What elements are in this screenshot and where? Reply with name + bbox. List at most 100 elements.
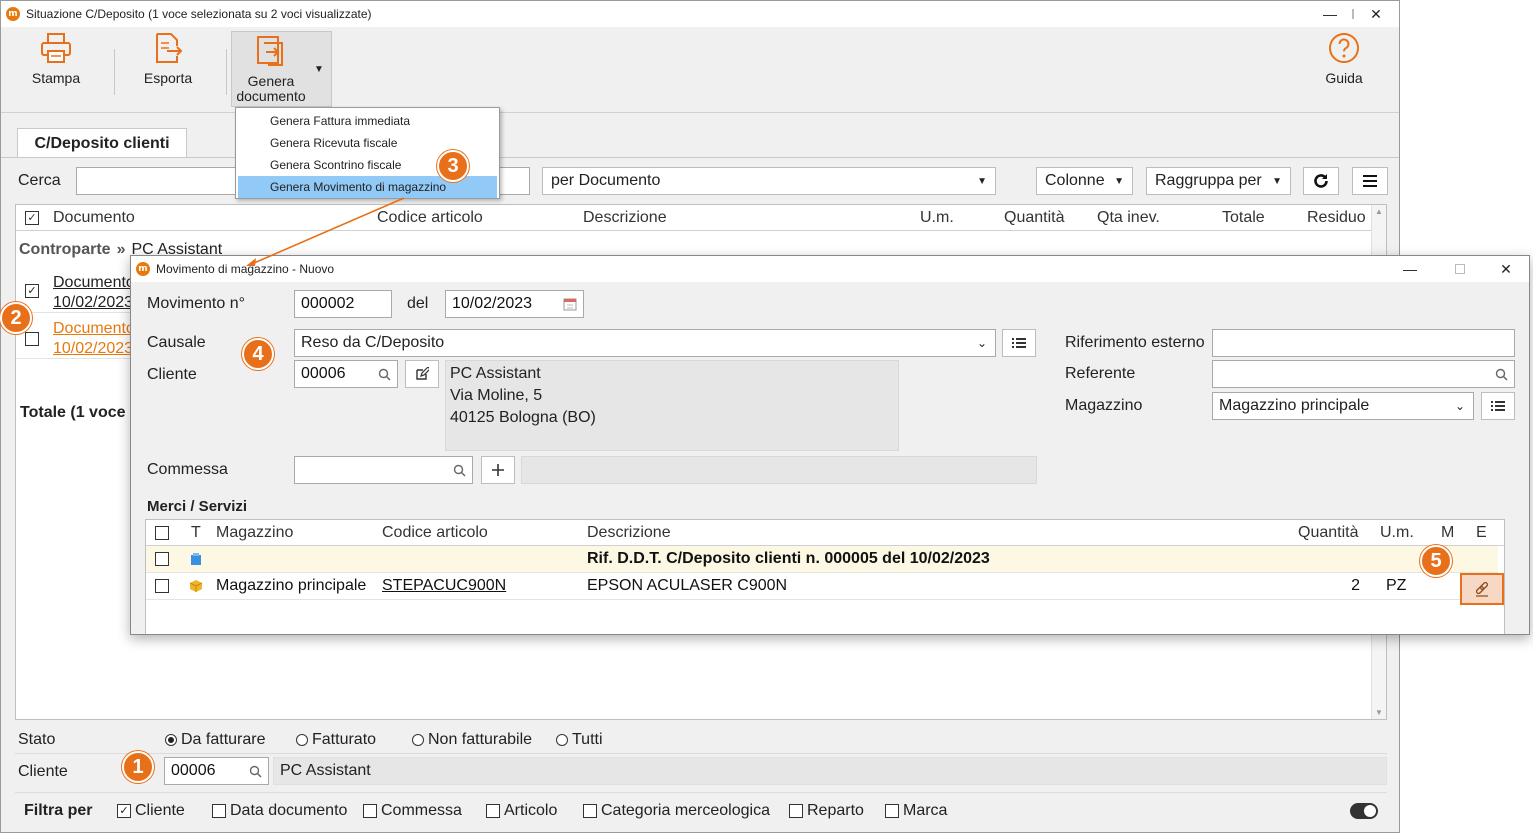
col-header-t[interactable]: T [191, 520, 201, 546]
row-document-date: 10/02/2023 [53, 340, 134, 357]
generate-document-button[interactable]: Genera documento ▼ [231, 31, 332, 107]
row-document-link[interactable]: Documento [53, 319, 135, 339]
chevron-down-icon[interactable]: ▼ [314, 64, 324, 75]
print-button[interactable]: Stampa [27, 31, 85, 109]
filter-option-label: Cliente [135, 802, 185, 819]
search-icon[interactable] [249, 765, 262, 778]
table-row[interactable]: Documento 10/02/2023 [16, 313, 136, 359]
col-header-qta-inev[interactable]: Qta inev. [1097, 205, 1160, 231]
list-icon [1012, 338, 1026, 348]
col-header-codice-articolo[interactable]: Codice articolo [377, 205, 483, 231]
col-header-magazzino[interactable]: Magazzino [216, 520, 293, 546]
status-option-tutti[interactable]: Tutti [556, 731, 603, 749]
link-icon [1475, 581, 1489, 597]
customer-code-input[interactable]: 00006 [164, 757, 269, 785]
select-all-checkbox[interactable] [155, 520, 169, 546]
col-header-residuo[interactable]: Residuo [1307, 205, 1366, 231]
col-header-descrizione[interactable]: Descrizione [583, 205, 667, 231]
filter-cliente[interactable]: ✓ Cliente [117, 802, 185, 820]
menu-item-fattura-immediata[interactable]: Genera Fattura immediata [238, 110, 497, 132]
filter-reparto[interactable]: Reparto [789, 802, 864, 820]
table-row[interactable]: Magazzino principale STEPACUC900N EPSON … [146, 573, 1504, 605]
step-badge-4: 4 [242, 338, 274, 370]
maximize-button[interactable] [1307, 1, 1354, 27]
help-button[interactable]: Guida [1317, 31, 1371, 109]
status-option-non-fatturabile[interactable]: Non fatturabile [412, 731, 532, 749]
menu-button[interactable] [1352, 167, 1388, 195]
dialog-maximize-button[interactable] [1437, 256, 1483, 282]
divider [15, 792, 1387, 793]
col-header-um[interactable]: U.m. [1380, 520, 1414, 546]
col-header-totale[interactable]: Totale [1222, 205, 1265, 231]
search-by-select[interactable]: per Documento ▼ [542, 167, 996, 195]
row-document-date: 10/02/2023 [53, 294, 134, 311]
dialog-customer-code-input[interactable]: 00006 [294, 360, 398, 388]
contact-input[interactable] [1212, 360, 1515, 388]
search-by-value: per Documento [551, 172, 661, 189]
col-header-codice-articolo[interactable]: Codice articolo [382, 520, 488, 546]
total-label: Totale (1 voce [20, 404, 126, 421]
toggle-switch[interactable] [1350, 803, 1378, 819]
search-icon[interactable] [453, 464, 466, 477]
row-checkbox[interactable] [155, 552, 169, 566]
col-header-quantita[interactable]: Quantità [1298, 520, 1358, 546]
status-label: Stato [18, 731, 56, 748]
date-input[interactable]: 10/02/2023 [445, 290, 584, 318]
reason-list-button[interactable] [1002, 329, 1036, 357]
group-by-button[interactable]: Raggruppa per ▼ [1146, 167, 1291, 195]
filter-data-documento[interactable]: Data documento [212, 802, 347, 820]
tab-cdeposito-clienti[interactable]: C/Deposito clienti [17, 128, 187, 158]
dialog-close-button[interactable]: ✕ [1483, 256, 1529, 282]
row-document-link[interactable]: Documento [53, 273, 135, 293]
chevron-down-icon: ⌄ [1454, 399, 1465, 413]
step-badge-5: 5 [1420, 545, 1452, 577]
dialog-title-bar: m Movimento di magazzino - Nuovo — ✕ [131, 256, 1529, 282]
edit-customer-button[interactable] [405, 360, 439, 388]
date-value: 10/02/2023 [452, 295, 533, 312]
close-button[interactable]: ✕ [1353, 1, 1399, 27]
row-item-code-link[interactable]: STEPACUC900N [382, 573, 506, 599]
refresh-button[interactable] [1303, 167, 1339, 195]
col-header-m[interactable]: M [1441, 520, 1454, 546]
checkbox-icon [363, 804, 377, 818]
toolbar-separator [226, 49, 227, 95]
job-input[interactable] [294, 456, 473, 484]
filter-categoria-merceologica[interactable]: Categoria merceologica [583, 802, 770, 820]
movement-number-input[interactable]: 000002 [294, 290, 392, 318]
warehouse-select[interactable]: Magazzino principale ⌄ [1212, 392, 1474, 420]
warehouse-value: Magazzino principale [1219, 397, 1370, 414]
col-header-descrizione[interactable]: Descrizione [587, 520, 671, 546]
row-checkbox[interactable] [155, 579, 169, 593]
col-header-quantita[interactable]: Quantità [1004, 205, 1064, 231]
table-row[interactable]: ✓ Documento 10/02/2023 [16, 267, 136, 313]
filter-marca[interactable]: Marca [885, 802, 947, 820]
hamburger-icon [1363, 175, 1377, 187]
warehouse-list-button[interactable] [1481, 392, 1515, 420]
add-job-button[interactable] [481, 456, 515, 484]
search-icon[interactable] [1495, 368, 1508, 381]
col-header-um[interactable]: U.m. [920, 205, 954, 231]
filter-articolo[interactable]: Articolo [486, 802, 557, 820]
status-option-fatturato[interactable]: Fatturato [296, 731, 376, 749]
reason-select[interactable]: Reso da C/Deposito ⌄ [294, 329, 996, 357]
filter-option-label: Categoria merceologica [601, 802, 770, 819]
external-ref-input[interactable] [1212, 329, 1515, 357]
select-all-checkbox[interactable]: ✓ [25, 205, 39, 231]
status-option-da-fatturare[interactable]: Da fatturare [165, 731, 265, 749]
grid-header [16, 205, 1386, 231]
export-button[interactable]: Esporta [139, 31, 197, 109]
row-checkbox[interactable]: ✓ [25, 284, 39, 298]
dialog-minimize-button[interactable]: — [1387, 256, 1433, 282]
checkbox-icon [212, 804, 226, 818]
plus-icon [492, 464, 504, 476]
row-link-button[interactable] [1460, 573, 1504, 605]
col-header-documento[interactable]: Documento [53, 205, 135, 231]
row-checkbox[interactable] [25, 332, 39, 346]
calendar-icon[interactable] [563, 297, 577, 311]
filter-commessa[interactable]: Commessa [363, 802, 462, 820]
search-icon[interactable] [378, 368, 391, 381]
address-line-street: Via Moline, 5 [450, 387, 543, 404]
columns-button[interactable]: Colonne ▼ [1036, 167, 1133, 195]
table-row[interactable]: Rif. D.D.T. C/Deposito clienti n. 000005… [146, 546, 1498, 573]
col-header-e[interactable]: E [1476, 520, 1487, 546]
